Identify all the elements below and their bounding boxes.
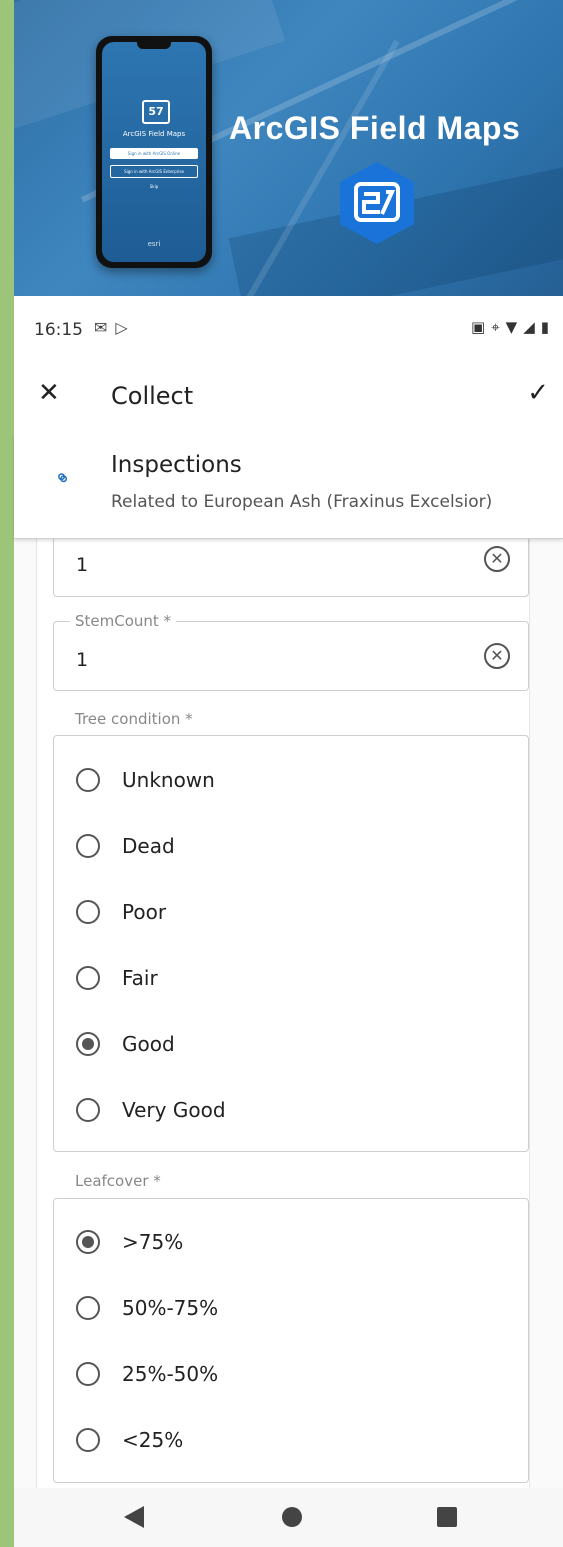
option-label: >75% — [122, 1230, 184, 1254]
option-label: <25% — [122, 1428, 184, 1452]
notification-icons: ✉▷ — [94, 318, 136, 337]
leafcover-label: Leafcover * — [75, 1172, 161, 1190]
location-icon: ⌖ — [491, 318, 506, 336]
play-store-icon: ▷ — [115, 318, 136, 337]
radio-icon[interactable] — [76, 966, 100, 990]
option-label: Fair — [122, 966, 158, 990]
stemcount-label: StemCount * — [70, 612, 177, 630]
close-icon[interactable]: ✕ — [38, 378, 60, 408]
status-time: 16:15 — [34, 320, 83, 340]
option-label: 50%-75% — [122, 1296, 219, 1320]
phone-skip-link: Skip — [149, 184, 159, 189]
system-nav-bar — [14, 1488, 563, 1547]
link-icon: ⚭ — [47, 463, 77, 493]
status-bar: 16:15 ✉▷ ▣⌖▼◢▮ — [14, 296, 563, 364]
tree-condition-label: Tree condition * — [75, 710, 193, 728]
option-label: Poor — [122, 900, 167, 924]
stemcount-value: 1 — [76, 649, 89, 671]
option-label: 25%-50% — [122, 1362, 219, 1386]
option-label: Very Good — [122, 1098, 226, 1122]
option-label: Unknown — [122, 768, 215, 792]
stemcount-field[interactable]: StemCount * 1 ✕ — [53, 612, 529, 691]
promo-banner: 57 ArcGIS Field Maps Sign in with ArcGIS… — [14, 0, 563, 296]
phone-mockup: 57 ArcGIS Field Maps Sign in with ArcGIS… — [96, 36, 212, 268]
page-title: Collect — [111, 382, 194, 410]
radio-option-fair[interactable]: Fair — [76, 959, 496, 999]
radio-option-good[interactable]: Good — [76, 1025, 496, 1065]
phone-app-title: ArcGIS Field Maps — [122, 130, 186, 138]
clear-icon[interactable]: ✕ — [484, 546, 510, 572]
radio-icon[interactable] — [76, 1296, 100, 1320]
phone-screen: 57 ArcGIS Field Maps Sign in with ArcGIS… — [102, 42, 206, 262]
radio-icon[interactable] — [76, 900, 100, 924]
background-margin — [0, 0, 14, 1547]
4g-signal-icon: ◢ — [523, 318, 541, 336]
banner-title: ArcGIS Field Maps — [229, 110, 521, 146]
radio-selected-icon[interactable] — [76, 1032, 100, 1056]
radio-selected-icon[interactable] — [76, 1230, 100, 1254]
radio-option-unknown[interactable]: Unknown — [76, 761, 496, 801]
phone-signin-online-button: Sign in with ArcGIS Online — [110, 148, 198, 159]
radio-option-50-75[interactable]: 50%-75% — [76, 1289, 496, 1329]
text-field[interactable]: 1 ✕ — [53, 539, 529, 597]
leafcover-group: >75% 50%-75% 25%-50% <25% — [53, 1198, 529, 1483]
option-label: Good — [122, 1032, 175, 1056]
radio-option-25-50[interactable]: 25%-50% — [76, 1355, 496, 1395]
radio-icon[interactable] — [76, 768, 100, 792]
radio-icon[interactable] — [76, 834, 100, 858]
radio-option-over-75[interactable]: >75% — [76, 1223, 496, 1263]
esri-logo: esri — [147, 240, 161, 248]
radio-option-very-good[interactable]: Very Good — [76, 1091, 496, 1131]
back-icon[interactable] — [124, 1506, 144, 1528]
option-label: Dead — [122, 834, 175, 858]
radio-option-under-25[interactable]: <25% — [76, 1421, 496, 1461]
radio-icon[interactable] — [76, 1098, 100, 1122]
clear-icon[interactable]: ✕ — [484, 643, 510, 669]
related-record-header: ⚭ Inspections Related to European Ash (F… — [14, 434, 563, 539]
layer-name: Inspections — [111, 452, 242, 478]
wifi-icon: ▼ — [505, 318, 524, 336]
form-scroll-area[interactable]: 1 ✕ StemCount * 1 ✕ Tree condition * Unk… — [14, 539, 563, 1488]
home-icon[interactable] — [282, 1507, 302, 1527]
phone-notch — [137, 42, 171, 49]
system-icons: ▣⌖▼◢▮ — [471, 318, 555, 336]
outlook-icon: ✉ — [94, 318, 116, 337]
recent-apps-icon[interactable] — [437, 1507, 457, 1527]
submit-check-icon[interactable]: ✓ — [527, 378, 549, 408]
phone-signin-enterprise-button: Sign in with ArcGIS Enterprise — [110, 165, 198, 178]
field-maps-hex-logo-icon — [340, 162, 414, 244]
radio-option-dead[interactable]: Dead — [76, 827, 496, 867]
radio-option-poor[interactable]: Poor — [76, 893, 496, 933]
app-bar: ✕ Collect ✓ — [14, 364, 563, 434]
radio-icon[interactable] — [76, 1362, 100, 1386]
battery-icon: ▮ — [540, 318, 555, 336]
nfc-icon: ▣ — [471, 318, 492, 336]
radio-icon[interactable] — [76, 1428, 100, 1452]
tree-condition-group: Unknown Dead Poor Fair Good Very Good — [53, 735, 529, 1152]
related-subtitle: Related to European Ash (Fraxinus Excels… — [111, 492, 493, 512]
field-value: 1 — [76, 554, 89, 576]
field-maps-logo-icon: 57 — [142, 100, 170, 124]
